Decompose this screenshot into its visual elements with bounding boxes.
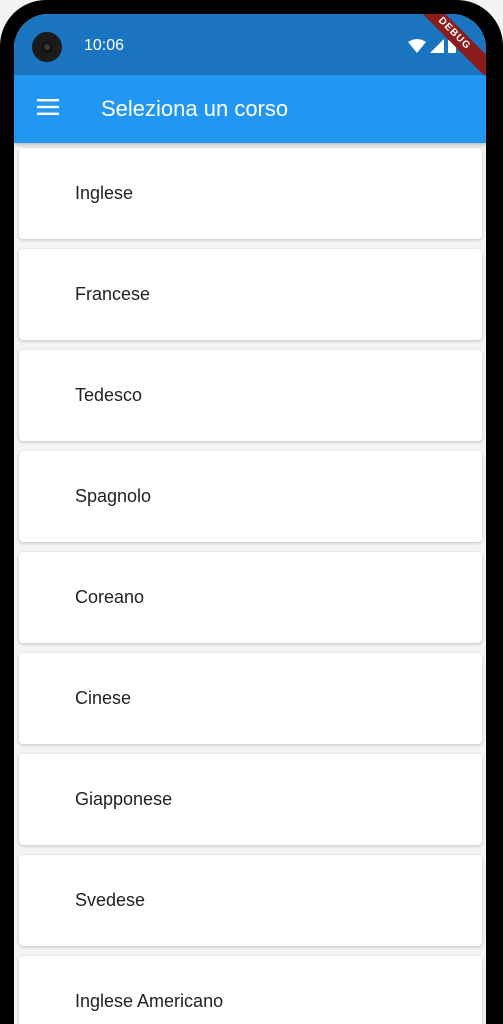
course-label: Inglese xyxy=(75,183,134,203)
course-card-giapponese[interactable]: Giapponese xyxy=(19,754,482,845)
page-title: Seleziona un corso xyxy=(101,96,289,121)
course-label: Coreano xyxy=(75,587,145,607)
menu-button[interactable] xyxy=(24,85,72,133)
phone-frame: 10:06 DEBUG Seleziona un corso Inglese F… xyxy=(0,0,503,1024)
app-bar: Seleziona un corso xyxy=(14,75,486,143)
course-list: Inglese Francese Tedesco Spagnolo Corean… xyxy=(14,143,486,1024)
front-camera xyxy=(32,32,62,62)
course-label: Cinese xyxy=(75,688,132,708)
wifi-icon xyxy=(408,38,426,58)
course-label: Svedese xyxy=(75,890,146,910)
course-card-spagnolo[interactable]: Spagnolo xyxy=(19,451,482,542)
status-clock: 10:06 xyxy=(84,37,125,54)
status-bar: 10:06 DEBUG xyxy=(14,14,486,83)
course-label: Giapponese xyxy=(75,789,173,809)
cellular-signal-icon xyxy=(430,38,444,58)
course-card-cinese[interactable]: Cinese xyxy=(19,653,482,744)
screen: 10:06 DEBUG Seleziona un corso Inglese F… xyxy=(14,14,486,1024)
course-card-inglese-americano[interactable]: Inglese Americano xyxy=(19,956,482,1024)
course-card-francese[interactable]: Francese xyxy=(19,249,482,340)
course-card-tedesco[interactable]: Tedesco xyxy=(19,350,482,441)
hamburger-menu-icon xyxy=(37,98,59,120)
course-label: Tedesco xyxy=(75,385,143,405)
course-card-inglese[interactable]: Inglese xyxy=(19,148,482,239)
course-label: Francese xyxy=(75,284,151,304)
course-card-coreano[interactable]: Coreano xyxy=(19,552,482,643)
course-label: Spagnolo xyxy=(75,486,152,506)
course-label: Inglese Americano xyxy=(75,991,224,1011)
course-card-svedese[interactable]: Svedese xyxy=(19,855,482,946)
